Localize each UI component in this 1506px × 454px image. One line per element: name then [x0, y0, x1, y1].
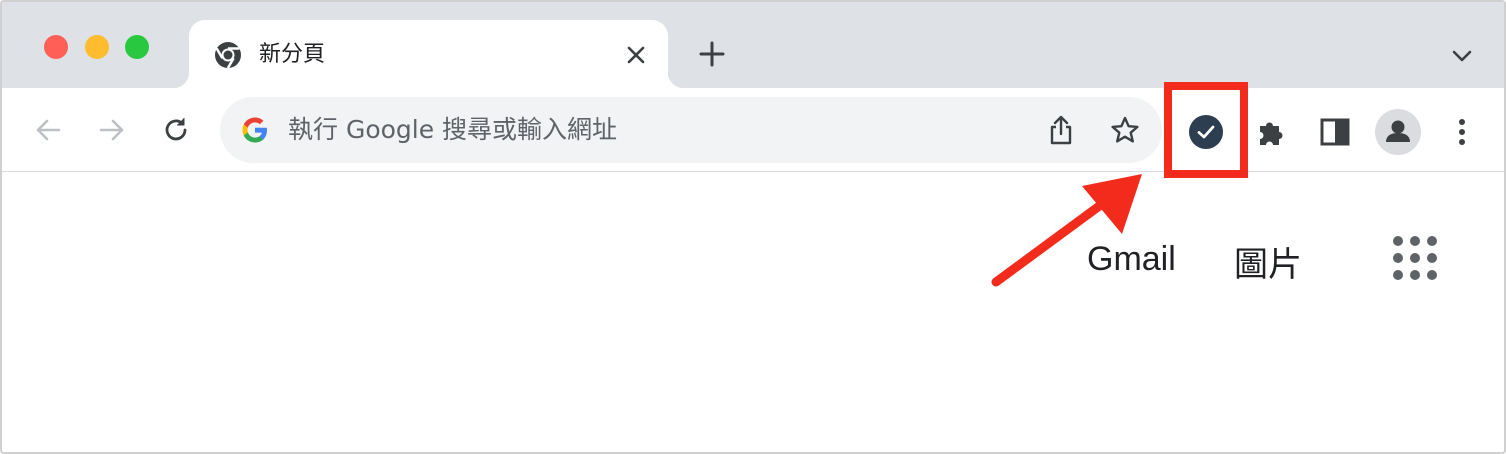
red-arrow-annotation: [991, 174, 1142, 287]
tab-title: 新分頁: [259, 42, 326, 67]
minimize-window-button[interactable]: [85, 35, 109, 59]
google-g-icon: [242, 117, 267, 143]
close-window-button[interactable]: [44, 35, 68, 59]
omnibox[interactable]: 執行 Google 搜尋或輸入網址: [220, 97, 1162, 163]
puzzle-icon[interactable]: [1252, 113, 1290, 151]
profile-button[interactable]: [1375, 109, 1421, 155]
maximize-window-button[interactable]: [125, 35, 149, 59]
reload-button[interactable]: [156, 110, 196, 150]
highlight-box: [1164, 82, 1248, 178]
tab-new-tab[interactable]: 新分頁: [173, 20, 684, 88]
back-arrow-icon: [36, 119, 61, 141]
forward-arrow-icon: [99, 119, 124, 141]
tab-strip: 新分頁: [2, 2, 1504, 88]
images-link[interactable]: 圖片: [1234, 237, 1302, 286]
chevron-down-icon[interactable]: [1448, 42, 1476, 70]
profile-icon: [1386, 120, 1410, 142]
omnibox-placeholder: 執行 Google 搜尋或輸入網址: [288, 115, 618, 144]
side-panel-icon[interactable]: [1316, 113, 1354, 151]
close-icon[interactable]: [621, 40, 651, 70]
kebab-menu-icon[interactable]: [1446, 113, 1478, 151]
reload-icon: [165, 118, 187, 141]
back-button[interactable]: [28, 110, 68, 150]
toolbar: 執行 Google 搜尋或輸入網址: [2, 88, 1504, 172]
forward-button[interactable]: [92, 110, 132, 150]
chrome-icon: [215, 42, 241, 69]
google-apps-icon[interactable]: [1390, 233, 1440, 283]
new-tab-page: Gmail 圖片: [2, 173, 1504, 452]
share-icon[interactable]: [1042, 112, 1080, 150]
star-icon[interactable]: [1106, 112, 1144, 150]
new-tab-plus-icon[interactable]: [696, 38, 728, 70]
browser-window: 新分頁 執行 Google 搜尋或輸入網址 Gmail 圖片: [0, 0, 1506, 454]
